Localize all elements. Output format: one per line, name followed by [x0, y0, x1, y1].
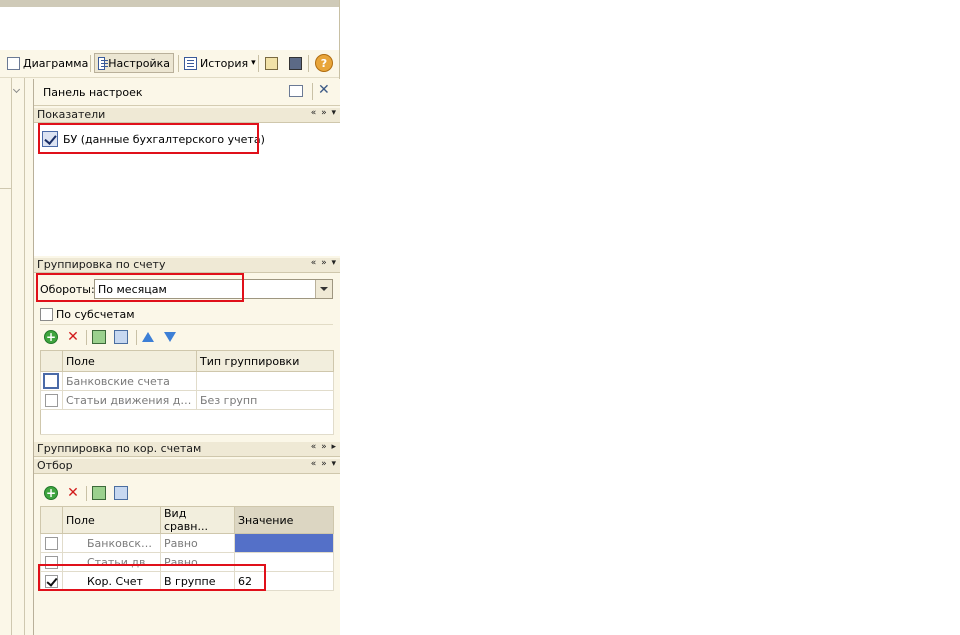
chevron-up-icon[interactable]: [12, 85, 21, 94]
row-checkbox-cell[interactable]: [40, 390, 63, 410]
section-header-grouping-corr[interactable]: Группировка по кор. счетам « » ▸: [34, 442, 340, 457]
settings-button-label: Настройка: [108, 56, 170, 70]
delete-icon[interactable]: ✕: [66, 330, 80, 344]
cell-type[interactable]: Без групп: [196, 390, 334, 410]
settings-list-icon: [98, 56, 109, 70]
table-header-row: Поле Тип группировки: [40, 350, 334, 372]
left-collapsed-area: [0, 78, 30, 635]
toolbar-separator: [86, 330, 87, 345]
table-row[interactable]: Банковски... Равно: [40, 533, 334, 553]
panel-title: Панель настроек: [43, 86, 143, 99]
column-header-field[interactable]: Поле: [62, 506, 161, 534]
grouping-table: Поле Тип группировки Банковские счета Ст…: [40, 350, 334, 435]
indicators-area: БУ (данные бухгалтерского учета): [34, 123, 340, 256]
table-row[interactable]: Статьи движения дене... Без групп: [40, 390, 334, 410]
cell-comparison[interactable]: Равно: [160, 533, 235, 553]
strip-divider: [0, 188, 11, 189]
section-header-filter[interactable]: Отбор « » ▾: [34, 459, 340, 474]
section-collapse-controls[interactable]: « » ▾: [311, 459, 337, 469]
move-down-icon[interactable]: [164, 332, 176, 342]
panel-title-bar: Панель настроек ✕: [34, 79, 340, 106]
toolbar-separator: [86, 486, 87, 501]
table-header-cell: [40, 506, 63, 534]
panel-options-icon[interactable]: [289, 85, 303, 97]
upload-button[interactable]: [262, 53, 281, 73]
add-icon[interactable]: +: [44, 486, 58, 500]
column-header-group-type[interactable]: Тип группировки: [196, 350, 334, 372]
folder-upload-icon: [265, 56, 278, 70]
toolbar-separator: [258, 55, 259, 72]
highlight-box: [36, 273, 244, 302]
help-icon: ?: [315, 54, 333, 72]
table-header-cell: [40, 350, 63, 372]
row-checkbox-cell[interactable]: [40, 371, 63, 391]
section-header-indicators[interactable]: Показатели « » ▾: [34, 108, 340, 123]
document-icon: [7, 56, 20, 70]
section-collapse-controls[interactable]: « » ▾: [311, 108, 337, 118]
toolbar-separator: [178, 55, 179, 72]
table-empty-row: [40, 409, 334, 435]
history-list-icon: [184, 56, 197, 70]
row-checkbox[interactable]: [45, 537, 58, 550]
grouping-toolbar: + ✕: [40, 327, 330, 347]
column-header-value[interactable]: Значение: [234, 506, 334, 534]
section-title: Группировка по кор. счетам: [37, 442, 202, 455]
cell-field[interactable]: Банковски...: [62, 533, 161, 553]
toolbar-separator: [308, 55, 309, 72]
filter-toolbar: + ✕: [40, 483, 330, 503]
uncheck-all-icon[interactable]: [114, 330, 128, 344]
strip-divider: [11, 78, 12, 635]
main-toolbar: Диаграмма Настройка История ▾ ?: [0, 50, 339, 78]
cell-value[interactable]: [234, 533, 334, 553]
save-disk-icon: [289, 56, 302, 70]
row-checkbox-cell[interactable]: [40, 533, 63, 553]
column-header-field[interactable]: Поле: [62, 350, 197, 372]
highlight-box: [38, 123, 259, 154]
cell-type[interactable]: [196, 371, 334, 391]
help-button[interactable]: ?: [312, 53, 336, 73]
section-header-grouping-account[interactable]: Группировка по счету « » ▾: [34, 258, 340, 273]
subaccounts-label: По субсчетам: [56, 308, 135, 321]
chevron-down-icon: ▾: [251, 58, 256, 68]
table-header-row: Поле Вид сравн... Значение: [40, 506, 334, 534]
close-icon[interactable]: ✕: [318, 82, 330, 98]
row-checkbox[interactable]: [43, 373, 59, 389]
panel-title-separator: [312, 83, 313, 100]
uncheck-all-icon[interactable]: [114, 486, 128, 500]
toolbar-separator: [90, 55, 91, 72]
row-checkbox[interactable]: [45, 394, 58, 407]
add-icon[interactable]: +: [44, 330, 58, 344]
check-all-icon[interactable]: [92, 330, 106, 344]
application-window: Диаграмма Настройка История ▾ ? Панель н…: [0, 0, 340, 635]
check-all-icon[interactable]: [92, 486, 106, 500]
highlight-box: [38, 564, 266, 591]
diagram-button[interactable]: Диаграмма: [4, 53, 91, 73]
diagram-button-label: Диаграмма: [23, 56, 89, 70]
toolbar-separator: [136, 330, 137, 345]
settings-panel: Панель настроек ✕ Показатели « » ▾ БУ (д…: [33, 79, 340, 635]
divider: [40, 324, 333, 325]
column-header-comparison[interactable]: Вид сравн...: [160, 506, 235, 534]
history-button[interactable]: История ▾: [181, 53, 259, 73]
window-top-bar: [0, 0, 339, 7]
section-title: Показатели: [37, 108, 106, 121]
delete-icon[interactable]: ✕: [66, 486, 80, 500]
history-button-label: История: [200, 56, 249, 70]
section-title: Группировка по счету: [37, 258, 166, 271]
subaccounts-checkbox[interactable]: [40, 308, 53, 321]
strip-divider: [24, 78, 25, 635]
section-collapse-controls[interactable]: « » ▸: [311, 442, 337, 452]
settings-button[interactable]: Настройка: [94, 53, 174, 73]
section-title: Отбор: [37, 459, 73, 472]
move-up-icon[interactable]: [142, 332, 154, 342]
cell-field[interactable]: Банковские счета: [62, 371, 197, 391]
save-button[interactable]: [286, 53, 305, 73]
table-row[interactable]: Банковские счета: [40, 371, 334, 391]
chevron-down-icon[interactable]: [315, 280, 332, 298]
section-collapse-controls[interactable]: « » ▾: [311, 258, 337, 268]
header-area: [0, 7, 339, 50]
cell-field[interactable]: Статьи движения дене...: [62, 390, 197, 410]
